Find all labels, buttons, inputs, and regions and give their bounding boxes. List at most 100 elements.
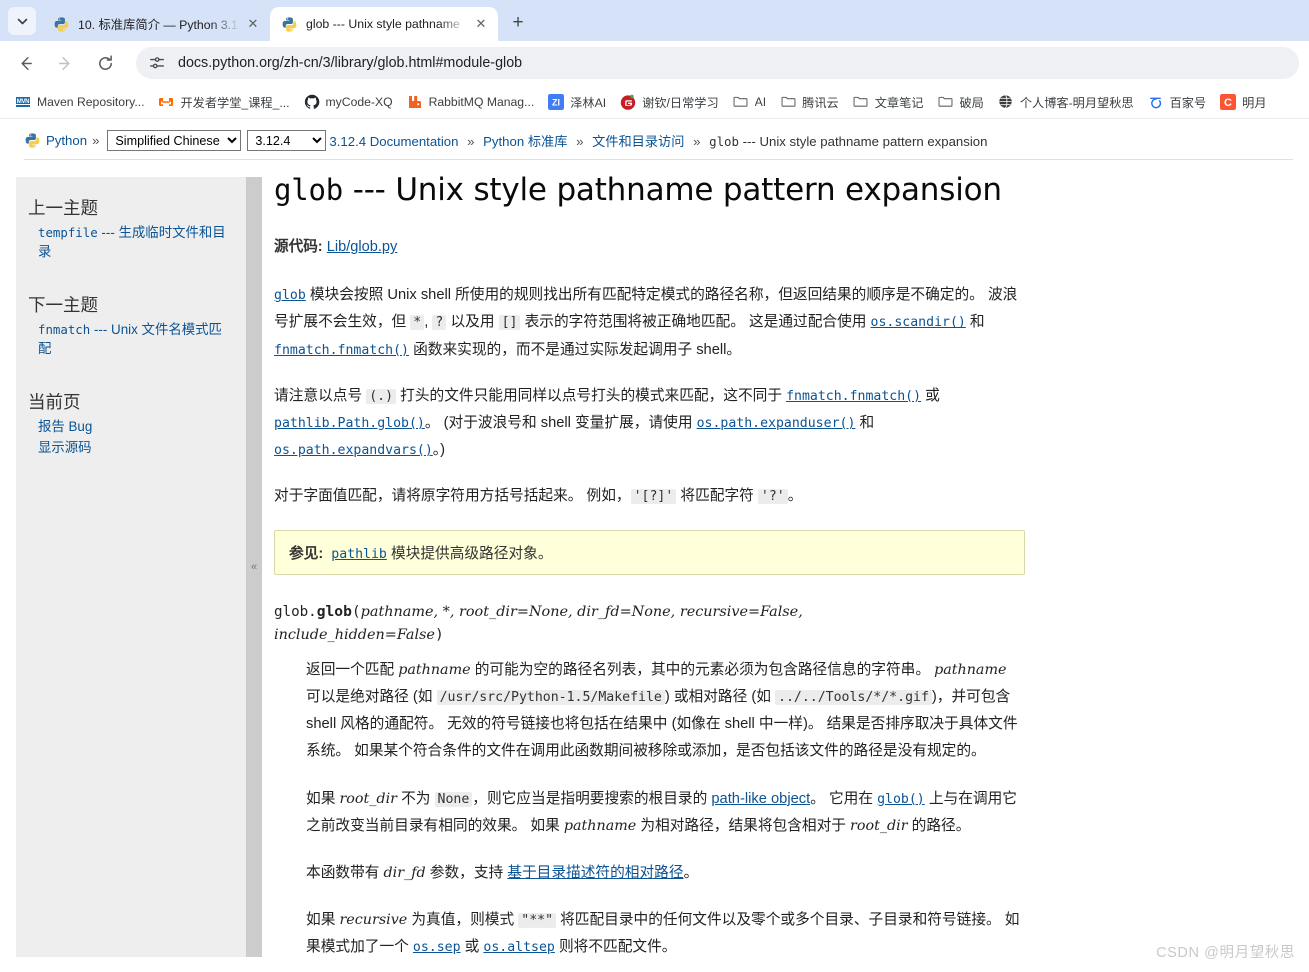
bookmark-folder[interactable]: AI xyxy=(726,90,774,114)
bookmark-label: 破局 xyxy=(959,93,983,111)
text: 请注意以点号 xyxy=(274,388,366,404)
bookmark-label: AI xyxy=(755,95,767,109)
def-paragraph-2: 如果 root_dir 不为 None，则它应当是指明要搜索的根目录的 path… xyxy=(306,786,1025,840)
def-paragraph-4: 如果 recursive 为真值，则模式 "**" 将匹配目录中的任何文件以及零… xyxy=(306,907,1025,961)
browser-tab-2[interactable]: glob --- Unix style pathname ✕ xyxy=(270,7,498,41)
link-glob-func[interactable]: glob() xyxy=(877,792,925,807)
sidebar-collapse-label: « xyxy=(251,561,257,573)
spacer xyxy=(28,361,232,379)
breadcrumb-separator: » xyxy=(576,134,583,149)
bookmark-item[interactable]: ZI 泽林AI xyxy=(541,90,613,114)
breadcrumb-stdlib[interactable]: Python 标准库 xyxy=(483,134,567,149)
link-pathlib[interactable]: pathlib xyxy=(331,547,387,562)
text: 。 xyxy=(684,865,699,881)
link-os-altsep[interactable]: os.altsep xyxy=(483,940,554,955)
bookmark-folder[interactable]: 破局 xyxy=(930,90,990,114)
bookmark-item[interactable]: 谢钦/日常学习 xyxy=(613,90,726,114)
source-link[interactable]: Lib/glob.py xyxy=(327,239,398,255)
version-select[interactable]: 3.12.4 xyxy=(247,130,326,151)
admonition-title: 参见: xyxy=(289,546,323,562)
bookmark-item[interactable]: MVN Maven Repository... xyxy=(8,90,151,114)
breadcrumb-docs[interactable]: 3.12.4 Documentation xyxy=(329,134,458,149)
sidebar: 上一主题 tempfile --- 生成临时文件和目录 下一主题 fnmatch… xyxy=(16,177,246,957)
close-icon[interactable]: ✕ xyxy=(472,15,490,33)
link-os-path-expanduser[interactable]: os.path.expanduser() xyxy=(697,416,856,431)
signature-open-paren: ( xyxy=(352,603,361,620)
signature-close-paren: ) xyxy=(435,626,444,643)
bookmark-item[interactable]: RabbitMQ Manag... xyxy=(400,90,542,114)
link-os-sep[interactable]: os.sep xyxy=(413,940,461,955)
function-body: 返回一个匹配 pathname 的可能为空的路径名列表，其中的元素必须为包含路径… xyxy=(306,657,1025,962)
intro-paragraph-1: glob 模块会按照 Unix shell 所使用的规则找出所有匹配特定模式的路… xyxy=(274,282,1025,364)
bookmark-label: myCode-XQ xyxy=(326,95,393,109)
signature-params-line2: include_hidden=False xyxy=(274,627,435,643)
literal-none: None xyxy=(435,792,473,807)
bookmark-label: 明月 xyxy=(1242,93,1266,111)
def-paragraph-3: 本函数带有 dir_fd 参数，支持 基于目录描述符的相对路径。 xyxy=(306,860,1025,887)
bookmark-item[interactable]: myCode-XQ xyxy=(297,90,400,114)
bookmark-item[interactable]: 个人博客-明月望秋思 xyxy=(991,90,1141,114)
param-recursive: recursive xyxy=(339,912,407,928)
text: 。) xyxy=(433,442,445,458)
url-text[interactable]: docs.python.org/zh-cn/3/library/glob.htm… xyxy=(178,55,522,71)
sidebar-collapse-handle[interactable]: « xyxy=(246,177,262,957)
link-fnmatch-fnmatch[interactable]: fnmatch.fnmatch() xyxy=(786,389,921,404)
sidebar-item-report-bug[interactable]: 报告 Bug xyxy=(28,417,232,436)
bookmark-item[interactable]: C 明月 xyxy=(1213,90,1273,114)
text: ，则它应当是指明要搜索的根目录的 xyxy=(472,791,711,807)
globe-icon xyxy=(998,94,1014,110)
literal-question-quoted: '?' xyxy=(758,489,788,504)
bookmark-folder[interactable]: 文章笔记 xyxy=(846,90,931,114)
link-fnmatch-fnmatch[interactable]: fnmatch.fnmatch() xyxy=(274,343,409,358)
breadcrumb-home[interactable]: Python xyxy=(46,133,87,148)
sidebar-item-next-topic[interactable]: fnmatch --- Unix 文件名模式匹配 xyxy=(28,320,232,359)
back-button[interactable] xyxy=(10,48,40,78)
link-pathlib-path-glob[interactable]: pathlib.Path.glob() xyxy=(274,416,425,431)
bookmark-label: 泽林AI xyxy=(570,93,606,111)
baijiahao-icon xyxy=(1148,94,1164,110)
literal-star: * xyxy=(410,315,424,330)
bookmark-label: Maven Repository... xyxy=(37,95,144,109)
chevron-down-icon xyxy=(16,15,29,28)
text: 为相对路径，结果将包含相对于 xyxy=(636,818,850,834)
source-code-line: 源代码: Lib/glob.py xyxy=(274,235,1025,256)
page-viewport: Python » Simplified Chinese 3.12.4 3.12.… xyxy=(0,118,1309,972)
text: 则将不匹配文件。 xyxy=(555,939,677,955)
text: 不为 xyxy=(397,791,435,807)
github-icon xyxy=(304,94,320,110)
text: 或 xyxy=(921,388,940,404)
text: 为真值，则模式 xyxy=(407,912,518,928)
browser-tab-1[interactable]: 10. 标准库简介 — Python 3.12 ✕ xyxy=(42,7,270,41)
aliyun-icon xyxy=(158,94,174,110)
tab-search-button[interactable] xyxy=(8,7,36,35)
link-glob[interactable]: glob xyxy=(274,288,306,303)
csdn-icon: C xyxy=(1220,94,1236,110)
text: 可以是绝对路径 (如 xyxy=(306,689,437,705)
def-paragraph-1: 返回一个匹配 pathname 的可能为空的路径名列表，其中的元素必须为包含路径… xyxy=(306,657,1025,766)
folder-icon xyxy=(780,94,796,110)
forward-button[interactable] xyxy=(50,48,80,78)
address-bar[interactable]: docs.python.org/zh-cn/3/library/glob.htm… xyxy=(136,47,1299,79)
link-os-scandir[interactable]: os.scandir() xyxy=(871,315,966,330)
close-icon[interactable]: ✕ xyxy=(244,15,262,33)
link-path-like-object[interactable]: path-like object xyxy=(711,791,810,807)
bookmark-label: 百家号 xyxy=(1170,93,1207,111)
link-dir-fd-relative-paths[interactable]: 基于目录描述符的相对路径 xyxy=(507,865,683,881)
sidebar-item-show-source[interactable]: 显示源码 xyxy=(28,438,232,457)
new-tab-button[interactable]: + xyxy=(504,9,532,37)
reload-button[interactable] xyxy=(90,48,120,78)
bookmark-folder[interactable]: 腾讯云 xyxy=(773,90,846,114)
bookmark-item[interactable]: 开发者学堂_课程_... xyxy=(151,90,296,114)
sidebar-prev-heading: 上一主题 xyxy=(28,195,232,220)
sidebar-item-prev-topic[interactable]: tempfile --- 生成临时文件和目录 xyxy=(28,223,232,262)
arrow-right-icon xyxy=(56,54,75,73)
site-settings-icon[interactable] xyxy=(148,54,166,72)
link-os-path-expandvars[interactable]: os.path.expandvars() xyxy=(274,443,433,458)
text: 。 (对于波浪号和 shell 变量扩展，请使用 xyxy=(425,415,697,431)
folder-icon xyxy=(733,94,749,110)
page-title-rest: --- Unix style pathname pattern expansio… xyxy=(353,172,1002,208)
breadcrumb-fileaccess[interactable]: 文件和目录访问 xyxy=(592,134,684,149)
bookmarks-bar: MVN Maven Repository... 开发者学堂_课程_... myC… xyxy=(0,85,1309,118)
language-select[interactable]: Simplified Chinese xyxy=(107,130,241,151)
bookmark-item[interactable]: 百家号 xyxy=(1141,90,1214,114)
